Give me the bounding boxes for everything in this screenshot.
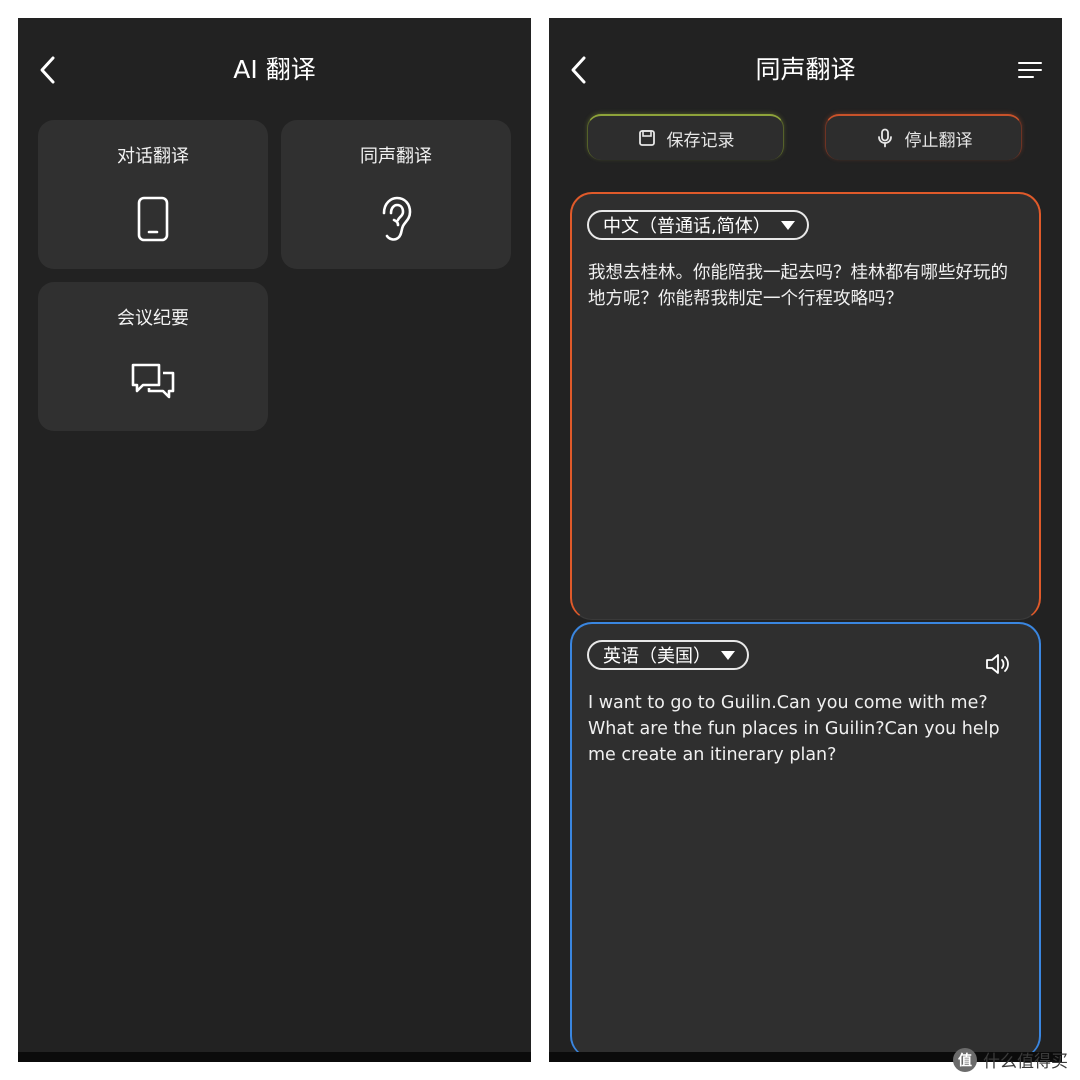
stop-translate-label: 停止翻译 xyxy=(904,130,973,151)
save-record-button[interactable]: 保存记录 xyxy=(587,114,784,160)
card-label: 同声翻译 xyxy=(360,146,432,167)
dialogue-translate-card[interactable]: 对话翻译 xyxy=(38,120,268,269)
stop-translate-button[interactable]: 停止翻译 xyxy=(825,114,1022,160)
meeting-minutes-card[interactable]: 会议纪要 xyxy=(38,282,268,431)
source-language-selector[interactable]: 中文（普通话,简体） xyxy=(587,210,809,240)
source-language-label: 中文（普通话,简体） xyxy=(603,216,771,237)
watermark-logo-icon: 值 xyxy=(953,1047,977,1072)
source-text: 我想去桂林。你能陪我一起去吗？桂林都有哪些好玩的地方呢？你能帮我制定一个行程攻略… xyxy=(588,263,1008,309)
microphone-icon xyxy=(875,128,895,148)
header: 同声翻译 xyxy=(549,18,1062,118)
simultaneous-translate-screen: 同声翻译 保存记录 停止翻译 中文（普通话,简体） 我想去桂林。你能陪我一起去吗… xyxy=(549,18,1062,1062)
caret-down-icon xyxy=(780,220,795,230)
save-icon xyxy=(637,128,657,148)
screenshot-canvas: AI 翻译 对话翻译 同声翻译 会议纪要 同声翻译 保存记录 停止翻译 中文（普… xyxy=(0,0,1080,1080)
menu-button[interactable] xyxy=(1014,54,1046,86)
ear-icon xyxy=(372,194,420,244)
ai-translate-screen: AI 翻译 对话翻译 同声翻译 会议纪要 xyxy=(18,18,531,1062)
phone-icon xyxy=(129,194,177,244)
target-text-panel: 英语（美国） I want to go to Guilin.Can you co… xyxy=(570,622,1041,1058)
card-label: 会议纪要 xyxy=(117,308,189,329)
card-label: 对话翻译 xyxy=(117,146,189,167)
speaker-button[interactable] xyxy=(983,650,1013,678)
simultaneous-translate-card[interactable]: 同声翻译 xyxy=(281,120,511,269)
watermark-text: 什么值得买 xyxy=(983,1052,1068,1072)
chat-bubbles-icon xyxy=(129,356,177,406)
watermark: 值 什么值得买 xyxy=(953,1047,1068,1072)
target-language-selector[interactable]: 英语（美国） xyxy=(587,640,749,670)
page-title: AI 翻译 xyxy=(233,55,316,84)
bottom-bar xyxy=(18,1052,531,1062)
save-record-label: 保存记录 xyxy=(666,130,735,151)
source-text-panel: 中文（普通话,简体） 我想去桂林。你能陪我一起去吗？桂林都有哪些好玩的地方呢？你… xyxy=(570,192,1041,620)
target-language-label: 英语（美国） xyxy=(603,646,711,667)
speaker-icon xyxy=(986,654,1009,674)
header: AI 翻译 xyxy=(18,18,531,118)
target-text: I want to go to Guilin.Can you come with… xyxy=(588,693,1000,765)
caret-down-icon xyxy=(721,650,735,660)
page-title: 同声翻译 xyxy=(755,55,856,84)
menu-lines-icon xyxy=(1018,62,1042,78)
